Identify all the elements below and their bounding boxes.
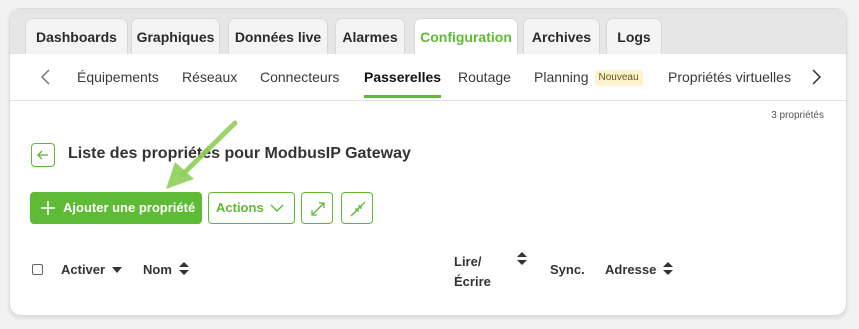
subnav-item-proprietes-virtuelles[interactable]: Propriétés virtuelles [668,54,791,100]
subnav-item-reseaux[interactable]: Réseaux [182,54,237,100]
expand-button[interactable] [301,192,333,224]
sort-icon[interactable] [517,252,527,266]
tab-alarmes[interactable]: Alarmes [335,18,405,54]
subnav-item-equipements[interactable]: Équipements [77,54,159,100]
tab-logs[interactable]: Logs [606,18,662,54]
sort-icon [178,262,189,275]
column-header-adresse[interactable]: Adresse [605,262,673,277]
tab-configuration[interactable]: Configuration [414,18,518,55]
select-all-checkbox[interactable] [32,264,43,275]
column-nom-label: Nom [143,262,172,277]
subnav-item-passerelles[interactable]: Passerelles [364,54,442,100]
add-property-label: Ajouter une propriété [63,200,196,215]
subnav-item-planning-label: Planning [534,69,589,85]
column-header-activer[interactable]: Activer [61,262,122,277]
column-header-sync[interactable]: Sync. [550,262,585,277]
plus-icon [41,201,55,215]
collapse-icon [350,201,366,217]
collapse-button[interactable] [341,192,373,224]
properties-panel: Dashboards Graphiques Données live Alarm… [9,8,847,316]
column-header-nom[interactable]: Nom [143,262,189,277]
column-header-lire-ecrire[interactable]: Lire/ Écrire [454,252,491,292]
tab-graphiques[interactable]: Graphiques [131,18,220,54]
tab-archives[interactable]: Archives [523,18,600,54]
chevron-down-icon [270,204,284,212]
column-adresse-label: Adresse [605,262,657,277]
subnav-item-routage[interactable]: Routage [458,54,511,100]
subnav-item-planning[interactable]: Planning Nouveau [534,54,643,100]
page-title: Liste des propriétés pour ModbusIP Gatew… [68,145,411,162]
add-property-button[interactable]: Ajouter une propriété [30,192,202,224]
chevron-right-icon[interactable] [806,67,826,87]
property-count: 3 propriétés [771,110,824,121]
arrow-left-icon [37,150,48,160]
new-badge: Nouveau [594,70,643,87]
subnav-item-connecteurs[interactable]: Connecteurs [260,54,339,100]
column-ecrire-label: Écrire [454,274,491,289]
tab-dashboards[interactable]: Dashboards [25,18,128,54]
sub-navigation: Équipements Réseaux Connecteurs Passerel… [10,54,846,101]
back-button[interactable] [31,143,55,167]
actions-dropdown[interactable]: Actions [208,192,295,224]
sort-icon [662,262,673,275]
tab-donnees-live[interactable]: Données live [228,18,328,54]
expand-icon [311,202,325,216]
chevron-left-icon[interactable] [36,67,56,87]
actions-label: Actions [216,200,264,215]
caret-down-icon [111,267,122,273]
column-activer-label: Activer [61,262,106,277]
main-tab-bar: Dashboards Graphiques Données live Alarm… [10,9,846,55]
column-lire-label: Lire/ [454,254,482,269]
